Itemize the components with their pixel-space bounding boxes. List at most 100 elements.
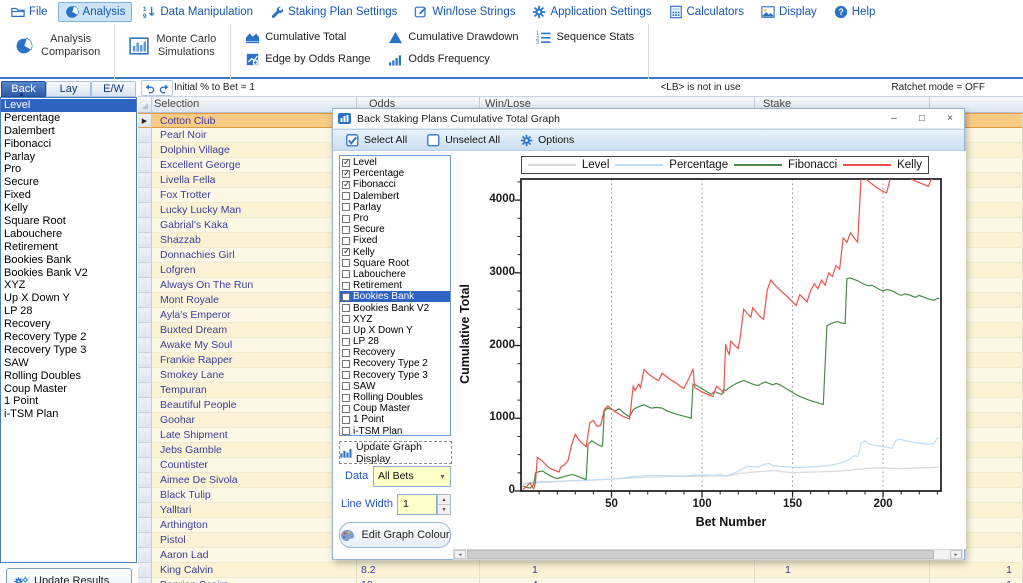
- plan-checkbox-1-point[interactable]: 1 Point: [340, 414, 450, 425]
- checkbox-checked-icon[interactable]: [342, 159, 350, 167]
- plan-checkbox-parlay[interactable]: Parlay: [340, 202, 450, 213]
- sidebar-plan-parlay[interactable]: Parlay: [1, 151, 136, 164]
- plan-checkbox-retirement[interactable]: Retirement: [340, 280, 450, 291]
- plan-checkbox-coup-master[interactable]: Coup Master: [340, 403, 450, 414]
- sidebar-plan-rolling-doubles[interactable]: Rolling Doubles: [1, 370, 136, 383]
- checkbox-checked-icon[interactable]: [342, 248, 350, 256]
- ribbon-button-monte-carlo-simulations[interactable]: Monte Carlo Simulations: [125, 26, 220, 66]
- scrollbar-thumb[interactable]: [467, 550, 934, 559]
- scroll-right-icon[interactable]: ►: [950, 550, 962, 559]
- checkbox-empty-icon[interactable]: [342, 237, 350, 245]
- sidebar-plan-dalembert[interactable]: Dalembert: [1, 125, 136, 138]
- options-button[interactable]: Options: [520, 134, 574, 147]
- sidebar-plan-coup-master[interactable]: Coup Master: [1, 383, 136, 396]
- select-all-button[interactable]: Select All: [346, 134, 407, 147]
- sidebar-plan-level[interactable]: Level: [1, 99, 136, 112]
- checkbox-empty-icon[interactable]: [342, 215, 350, 223]
- unselect-all-button[interactable]: Unselect All: [427, 134, 500, 147]
- menu-item-file[interactable]: File: [4, 2, 55, 22]
- checkbox-empty-icon[interactable]: [342, 315, 350, 323]
- sidebar-plan-lp-28[interactable]: LP 28: [1, 305, 136, 318]
- checkbox-empty-icon[interactable]: [342, 338, 350, 346]
- edit-graph-colour-button[interactable]: Edit Graph Colour: [339, 522, 451, 548]
- checkbox-checked-icon[interactable]: [342, 170, 350, 178]
- plan-checkbox-i-tsm-plan[interactable]: i-TSM Plan: [340, 426, 450, 437]
- sidebar-plan-kelly[interactable]: Kelly: [1, 202, 136, 215]
- plan-checkbox-rolling-doubles[interactable]: Rolling Doubles: [340, 392, 450, 403]
- sidebar-plan-secure[interactable]: Secure: [1, 176, 136, 189]
- checkbox-empty-icon[interactable]: [342, 203, 350, 211]
- plan-checkbox-fixed[interactable]: Fixed: [340, 235, 450, 246]
- minimize-button[interactable]: –: [880, 110, 908, 127]
- spin-down-icon[interactable]: ▼: [438, 505, 450, 514]
- plan-checkbox-recovery-type-3[interactable]: Recovery Type 3: [340, 370, 450, 381]
- update-results-button[interactable]: Update Results: [6, 568, 132, 583]
- plan-checkbox-percentage[interactable]: Percentage: [340, 168, 450, 179]
- tab-ew[interactable]: E/W: [91, 81, 136, 97]
- sidebar-plan-fixed[interactable]: Fixed: [1, 189, 136, 202]
- ribbon-button-edge-by-odds-range[interactable]: Edge by Odds Range: [241, 48, 374, 70]
- checkbox-empty-icon[interactable]: [342, 270, 350, 278]
- tab-lay[interactable]: Lay: [46, 81, 91, 97]
- ribbon-button-analysis-comparison[interactable]: Analysis Comparison: [10, 26, 104, 66]
- sidebar-plan-xyz[interactable]: XYZ: [1, 279, 136, 292]
- redo-button[interactable]: [158, 82, 171, 94]
- plan-checkbox-recovery[interactable]: Recovery: [340, 347, 450, 358]
- close-button[interactable]: ×: [936, 110, 964, 127]
- checkbox-empty-icon[interactable]: [342, 326, 350, 334]
- menu-item-win-lose-strings[interactable]: Win/lose Strings: [407, 2, 522, 22]
- plan-checkbox-secure[interactable]: Secure: [340, 224, 450, 235]
- checkbox-empty-icon[interactable]: [342, 192, 350, 200]
- sidebar-plan-recovery-type-3[interactable]: Recovery Type 3: [1, 344, 136, 357]
- menu-item-analysis[interactable]: Analysis: [58, 2, 133, 22]
- plan-checkbox-lp-28[interactable]: LP 28: [340, 336, 450, 347]
- sidebar-plan-recovery[interactable]: Recovery: [1, 318, 136, 331]
- plan-checkbox-saw[interactable]: SAW: [340, 381, 450, 392]
- sidebar-plan-bookies-bank-v2[interactable]: Bookies Bank V2: [1, 267, 136, 280]
- column-header-selection[interactable]: Selection: [152, 97, 357, 112]
- table-row[interactable]: Banrion Scairp1241: [138, 578, 1023, 583]
- spin-up-icon[interactable]: ▲: [438, 495, 450, 505]
- plan-checkbox-labouchere[interactable]: Labouchere: [340, 269, 450, 280]
- checkbox-empty-icon[interactable]: [342, 259, 350, 267]
- update-graph-display-button[interactable]: Update Graph Display: [339, 441, 452, 464]
- checkbox-empty-icon[interactable]: [342, 304, 350, 312]
- checkbox-empty-icon[interactable]: [342, 226, 350, 234]
- ribbon-button-odds-frequency[interactable]: Odds Frequency: [384, 48, 522, 70]
- menu-item-calculators[interactable]: Calculators: [662, 2, 752, 22]
- plan-checkbox-up-x-down-y[interactable]: Up X Down Y: [340, 325, 450, 336]
- menu-item-display[interactable]: Display: [754, 2, 824, 22]
- sidebar-plan-percentage[interactable]: Percentage: [1, 112, 136, 125]
- sidebar-plan-1-point[interactable]: 1 Point: [1, 395, 136, 408]
- checkbox-empty-icon[interactable]: [342, 405, 350, 413]
- sidebar-plan-up-x-down-y[interactable]: Up X Down Y: [1, 292, 136, 305]
- maximize-button[interactable]: □: [908, 110, 936, 127]
- data-select[interactable]: All Bets ▾: [373, 466, 451, 487]
- menu-item-application-settings[interactable]: Application Settings: [525, 2, 658, 22]
- scroll-left-icon[interactable]: ◄: [454, 550, 466, 559]
- plan-checkbox-bookies-bank-v2[interactable]: Bookies Bank V2: [340, 302, 450, 313]
- checkbox-empty-icon[interactable]: [342, 282, 350, 290]
- ribbon-button-cumulative-drawdown[interactable]: Cumulative Drawdown: [384, 26, 522, 48]
- checkbox-empty-icon[interactable]: [342, 382, 350, 390]
- plan-checkbox-recovery-type-2[interactable]: Recovery Type 2: [340, 358, 450, 369]
- checkbox-empty-icon[interactable]: [342, 293, 350, 301]
- plan-checkbox-xyz[interactable]: XYZ: [340, 314, 450, 325]
- plan-checkbox-dalembert[interactable]: Dalembert: [340, 191, 450, 202]
- ribbon-button-sequence-stats[interactable]: 123Sequence Stats: [532, 26, 638, 48]
- sidebar-plan-square-root[interactable]: Square Root: [1, 215, 136, 228]
- plan-checkbox-bookies-bank[interactable]: Bookies Bank: [340, 291, 450, 302]
- table-row[interactable]: King Calvin8.2111: [138, 563, 1023, 578]
- plan-checkbox-level[interactable]: Level: [340, 157, 450, 168]
- line-width-input[interactable]: 1: [397, 494, 437, 515]
- sidebar-plan-labouchere[interactable]: Labouchere: [1, 228, 136, 241]
- plan-checkbox-fibonacci[interactable]: Fibonacci: [340, 179, 450, 190]
- undo-button[interactable]: [143, 82, 156, 94]
- menu-item-data-manipulation[interactable]: 19Data Manipulation: [135, 2, 260, 22]
- ribbon-button-cumulative-total[interactable]: Cumulative Total: [241, 26, 374, 48]
- menu-item-help[interactable]: ?Help: [827, 2, 883, 22]
- plan-checkbox-pro[interactable]: Pro: [340, 213, 450, 224]
- checkbox-empty-icon[interactable]: [342, 394, 350, 402]
- plan-checkbox-square-root[interactable]: Square Root: [340, 258, 450, 269]
- sidebar-plan-saw[interactable]: SAW: [1, 357, 136, 370]
